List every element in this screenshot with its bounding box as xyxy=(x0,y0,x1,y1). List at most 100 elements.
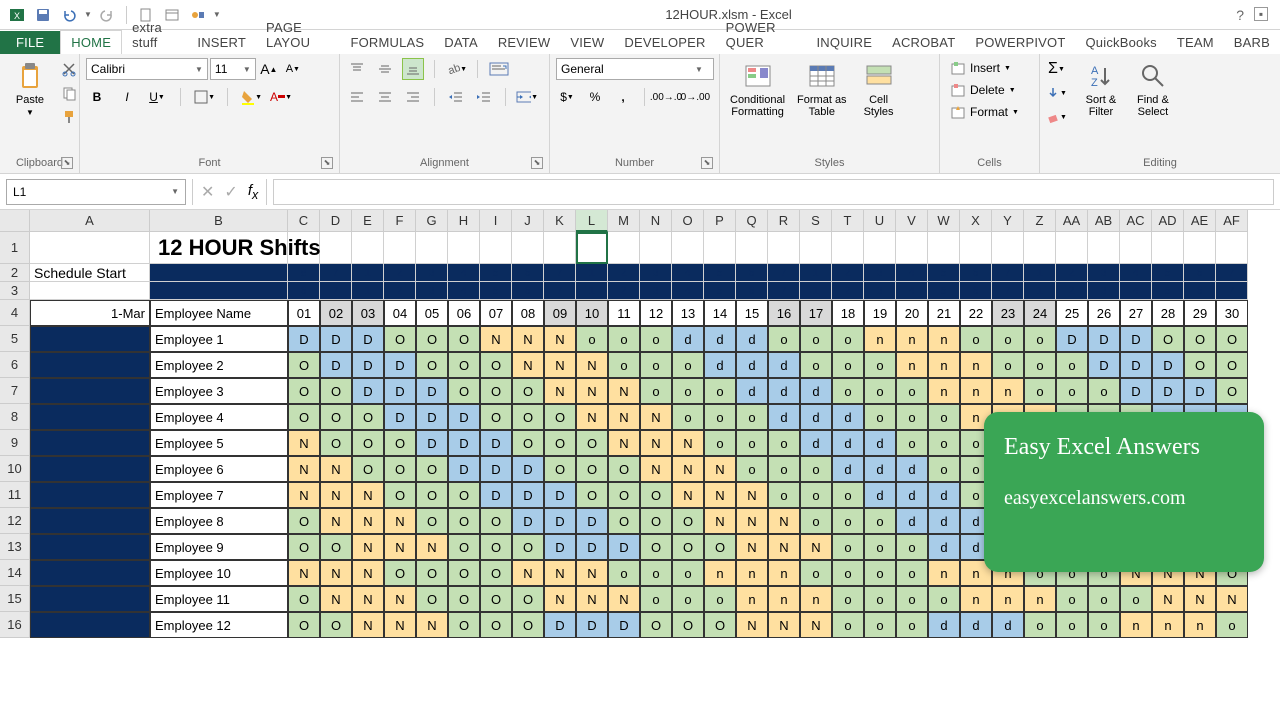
shift-cell[interactable]: O xyxy=(512,612,544,638)
shift-cell[interactable]: N xyxy=(608,430,640,456)
font-name-combo[interactable]: ▼ xyxy=(86,58,208,80)
shift-cell[interactable]: N xyxy=(288,482,320,508)
col-header-V[interactable]: V xyxy=(896,210,928,232)
employee-name-cell[interactable]: Employee 3 xyxy=(150,378,288,404)
shift-cell[interactable]: n xyxy=(736,560,768,586)
tab-inquire[interactable]: INQUIRE xyxy=(807,31,883,54)
shift-cell[interactable]: N xyxy=(672,430,704,456)
shift-cell[interactable]: O xyxy=(416,560,448,586)
shift-cell[interactable]: N xyxy=(352,560,384,586)
shift-cell[interactable]: o xyxy=(1088,586,1120,612)
cell-J3[interactable]: 6 xyxy=(512,282,544,300)
orientation-icon[interactable]: ab▼ xyxy=(445,58,467,80)
shift-cell[interactable]: N xyxy=(352,508,384,534)
cell-Q1[interactable] xyxy=(736,232,768,264)
shift-cell[interactable]: N xyxy=(640,404,672,430)
increase-font-icon[interactable]: A▲ xyxy=(258,58,280,80)
shift-cell[interactable]: O xyxy=(480,534,512,560)
cell-H2[interactable]: 4 xyxy=(448,264,480,282)
shift-cell[interactable]: O xyxy=(448,482,480,508)
cell-L1[interactable] xyxy=(576,232,608,264)
format-cells-button[interactable]: Format▼ xyxy=(946,102,1023,122)
cell-L2[interactable]: 1 xyxy=(576,264,608,282)
shift-cell[interactable]: O xyxy=(640,508,672,534)
shift-cell[interactable]: D xyxy=(352,352,384,378)
shift-cell[interactable]: N xyxy=(800,612,832,638)
shift-cell[interactable]: O xyxy=(384,456,416,482)
shift-cell[interactable]: o xyxy=(928,456,960,482)
tab-power-quer[interactable]: POWER QUER xyxy=(716,16,807,54)
conditional-formatting-button[interactable]: Conditional Formatting xyxy=(726,58,789,120)
shift-cell[interactable]: N xyxy=(352,586,384,612)
shift-cell[interactable]: d xyxy=(864,430,896,456)
cell-A13[interactable] xyxy=(30,534,150,560)
percent-icon[interactable]: % xyxy=(584,86,606,108)
shift-cell[interactable]: O xyxy=(448,586,480,612)
tab-review[interactable]: REVIEW xyxy=(488,31,560,54)
cell-D1[interactable] xyxy=(320,232,352,264)
shift-cell[interactable]: o xyxy=(832,612,864,638)
shift-cell[interactable]: o xyxy=(640,326,672,352)
shift-cell[interactable]: D xyxy=(320,326,352,352)
shift-cell[interactable]: N xyxy=(1216,586,1248,612)
copy-icon[interactable] xyxy=(58,82,80,104)
shift-cell[interactable]: n xyxy=(928,326,960,352)
cell-K1[interactable] xyxy=(544,232,576,264)
shift-cell[interactable]: d xyxy=(768,378,800,404)
cell-U4[interactable]: 19 xyxy=(864,300,896,326)
shift-cell[interactable]: o xyxy=(864,404,896,430)
shift-cell[interactable]: O xyxy=(512,430,544,456)
cell-I3[interactable]: 5 xyxy=(480,282,512,300)
align-top-icon[interactable] xyxy=(346,58,368,80)
tab-powerpivot[interactable]: POWERPIVOT xyxy=(965,31,1075,54)
shift-cell[interactable]: o xyxy=(928,586,960,612)
tab-developer[interactable]: DEVELOPER xyxy=(614,31,715,54)
shift-cell[interactable]: n xyxy=(800,586,832,612)
cell-R4[interactable]: 16 xyxy=(768,300,800,326)
cell-V4[interactable]: 20 xyxy=(896,300,928,326)
shift-cell[interactable]: D xyxy=(512,456,544,482)
employee-name-cell[interactable]: Employee 1 xyxy=(150,326,288,352)
cell-AD2[interactable]: 5 xyxy=(1152,264,1184,282)
shift-cell[interactable]: d xyxy=(896,482,928,508)
fx-icon[interactable]: fx xyxy=(248,182,258,202)
shift-cell[interactable]: O xyxy=(704,534,736,560)
shift-cell[interactable]: D xyxy=(544,482,576,508)
cell-AF3[interactable]: 7 xyxy=(1216,282,1248,300)
col-header-AC[interactable]: AC xyxy=(1120,210,1152,232)
shift-cell[interactable]: o xyxy=(768,430,800,456)
tab-home[interactable]: HOME xyxy=(60,30,122,54)
employee-name-cell[interactable]: Employee 7 xyxy=(150,482,288,508)
shift-cell[interactable]: N xyxy=(288,456,320,482)
col-header-Y[interactable]: Y xyxy=(992,210,1024,232)
shift-cell[interactable]: N xyxy=(768,612,800,638)
increase-indent-icon[interactable] xyxy=(473,86,495,108)
shift-cell[interactable]: N xyxy=(480,326,512,352)
col-header-N[interactable]: N xyxy=(640,210,672,232)
shift-cell[interactable]: O xyxy=(288,352,320,378)
cell-AF2[interactable]: 7 xyxy=(1216,264,1248,282)
delete-cells-button[interactable]: Delete▼ xyxy=(946,80,1020,100)
shift-cell[interactable]: D xyxy=(1120,378,1152,404)
shift-cell[interactable]: o xyxy=(672,586,704,612)
shift-cell[interactable]: o xyxy=(1088,378,1120,404)
shift-cell[interactable]: n xyxy=(992,378,1024,404)
cell-F1[interactable] xyxy=(384,232,416,264)
shift-cell[interactable]: D xyxy=(1120,352,1152,378)
shift-cell[interactable]: D xyxy=(576,534,608,560)
cell-Q4[interactable]: 15 xyxy=(736,300,768,326)
shift-cell[interactable]: d xyxy=(800,404,832,430)
shift-cell[interactable]: N xyxy=(640,456,672,482)
shift-cell[interactable]: N xyxy=(384,612,416,638)
shift-cell[interactable]: N xyxy=(608,586,640,612)
cell-E1[interactable] xyxy=(352,232,384,264)
cell-AB2[interactable]: 3 xyxy=(1088,264,1120,282)
cell-D2[interactable]: 7 xyxy=(320,264,352,282)
cell-S4[interactable]: 17 xyxy=(800,300,832,326)
shift-cell[interactable]: o xyxy=(704,430,736,456)
shift-cell[interactable]: o xyxy=(608,560,640,586)
cell-B2[interactable] xyxy=(150,264,288,282)
employee-name-cell[interactable]: Employee 8 xyxy=(150,508,288,534)
shift-cell[interactable]: O xyxy=(352,456,384,482)
shift-cell[interactable]: o xyxy=(672,404,704,430)
